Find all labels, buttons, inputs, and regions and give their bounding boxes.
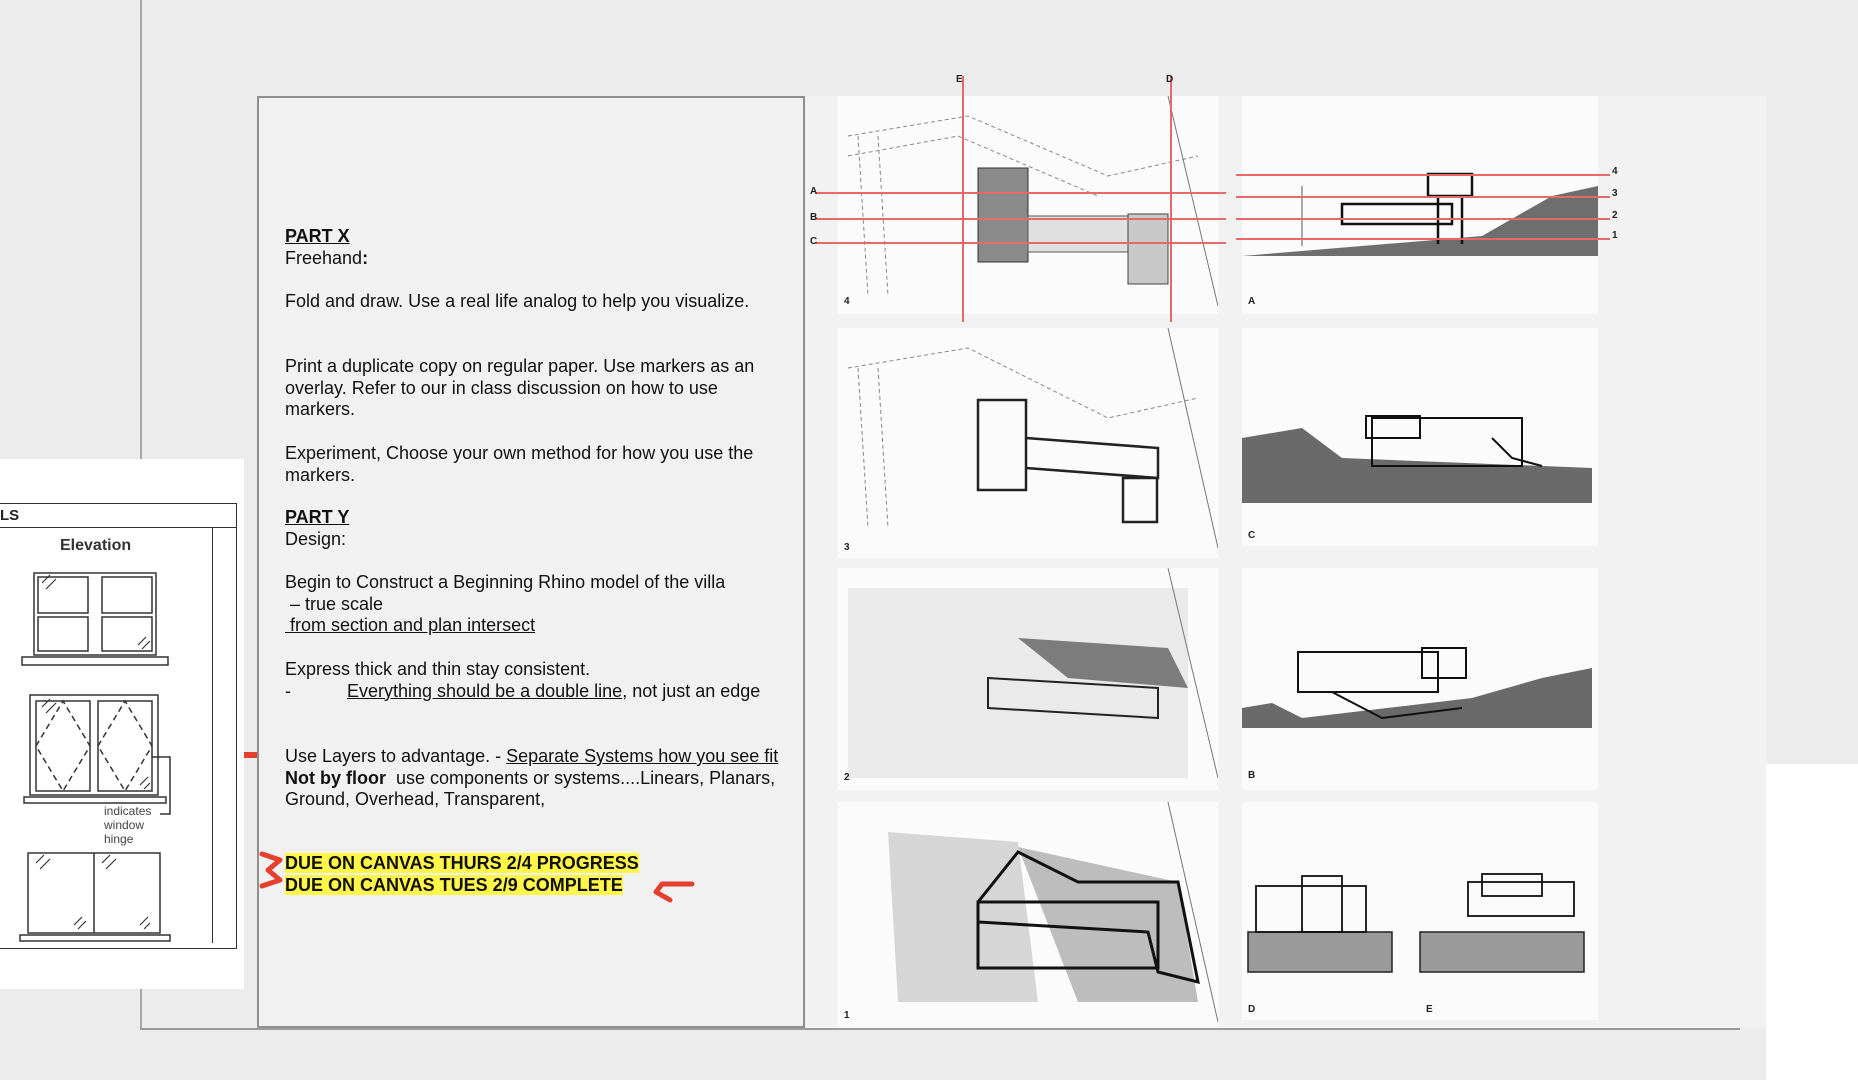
- floor-line: Not by floor use components or systems..…: [285, 768, 785, 811]
- cut-line-c: [816, 242, 1226, 244]
- plan-4-thumbnail[interactable]: [838, 96, 1218, 314]
- layers-lead: Use Layers to advantage. -: [285, 746, 507, 766]
- level-ref-4: 4: [1612, 166, 1618, 177]
- part-y-title: PART Y: [285, 507, 350, 527]
- plan-2-thumbnail[interactable]: [838, 568, 1218, 790]
- plan-1-drawing: [888, 802, 1218, 1023]
- cut-line-e: [962, 76, 964, 322]
- level-line-4: [1236, 174, 1610, 176]
- window-drawings: [19, 572, 171, 942]
- rhino-line-3: from section and plan intersect: [285, 615, 536, 635]
- plan-2-label: 2: [844, 772, 850, 783]
- cut-ref-b: B: [810, 212, 818, 223]
- double-line-note: - Everything should be a double line, not…: [285, 681, 785, 703]
- section-c-drawing: [1242, 415, 1592, 503]
- double-line-rest: , not just an edge: [622, 680, 761, 701]
- paragraph-experiment: Experiment, Choose your own method for h…: [285, 443, 754, 485]
- rhino-line-1: Begin to Construct a Beginning Rhino mod…: [285, 572, 726, 592]
- thick-thin-line: Express thick and thin stay consistent.: [285, 659, 591, 679]
- section-b-label: B: [1248, 770, 1256, 781]
- part-y-block: PART Y Design:: [285, 507, 785, 550]
- double-line-underlined: Everything should be a double line: [347, 680, 623, 701]
- markup-arrow-left-icon: [259, 851, 283, 889]
- level-line-3: [1236, 196, 1610, 198]
- level-ref-2: 2: [1612, 210, 1618, 221]
- cut-ref-c: C: [810, 236, 818, 247]
- part-x-colon: :: [362, 247, 369, 268]
- level-line-1: [1236, 238, 1610, 240]
- paragraph-thick-thin: Express thick and thin stay consistent. …: [285, 659, 785, 702]
- plan-1-label: 1: [844, 1010, 850, 1021]
- elevations-thumbnail[interactable]: [1242, 802, 1598, 1020]
- paragraph-fold-draw: Fold and draw. Use a real life analog to…: [285, 291, 750, 311]
- level-ref-1: 1: [1612, 230, 1618, 241]
- section-b-thumbnail[interactable]: [1242, 568, 1598, 790]
- cut-line-a: [816, 192, 1226, 194]
- paragraph-rhino-model: Begin to Construct a Beginning Rhino mod…: [285, 572, 785, 637]
- plan-4-drawing: [847, 96, 1218, 307]
- section-c-label: C: [1248, 530, 1256, 541]
- plan-3-label: 3: [844, 542, 850, 553]
- cut-ref-a: A: [810, 186, 818, 197]
- plan-2-drawing: [848, 568, 1218, 779]
- section-b-drawing: [1242, 647, 1592, 728]
- cut-ref-e: E: [956, 74, 963, 85]
- rhino-line-2: – true scale: [285, 593, 384, 614]
- plan-4-label: 4: [844, 296, 850, 307]
- cut-line-d: [1170, 76, 1172, 322]
- section-a-drawing: [1242, 172, 1598, 256]
- side-preview-window[interactable]: [1766, 764, 1858, 1080]
- part-x-block: PART X Freehand:: [285, 226, 785, 269]
- markup-arrow-right-icon: [653, 881, 695, 903]
- cut-ref-d: D: [1166, 74, 1174, 85]
- instructions-panel[interactable]: PART X Freehand: Fold and draw. Use a re…: [257, 96, 805, 1028]
- due-dates: DUE ON CANVAS THURS 2/4 PROGRESS DUE ON …: [285, 853, 785, 896]
- part-y-subtitle: Design:: [285, 528, 347, 549]
- part-x-title: PART X: [285, 226, 350, 246]
- part-x-subtitle: Freehand:: [285, 248, 785, 270]
- hinge-note: indicates window hinge: [104, 804, 152, 846]
- not-by-floor: Not by floor: [285, 767, 386, 788]
- level-ref-3: 3: [1612, 188, 1618, 199]
- layers-underlined: Separate Systems how you see fit: [506, 746, 779, 766]
- due-progress: DUE ON CANVAS THURS 2/4 PROGRESS: [285, 853, 639, 873]
- elevation-e-label: E: [1426, 1004, 1433, 1015]
- level-line-2: [1236, 218, 1610, 220]
- plan-3-thumbnail[interactable]: [838, 328, 1218, 558]
- dash: -: [285, 680, 291, 701]
- section-a-label: A: [1248, 296, 1256, 307]
- cut-line-b: [816, 218, 1226, 220]
- due-complete: DUE ON CANVAS TUES 2/9 COMPLETE: [285, 874, 623, 895]
- part-x-sub-text: Freehand: [285, 247, 363, 268]
- layers-line: Use Layers to advantage. - Separate Syst…: [285, 746, 785, 768]
- paragraph-print-copy: Print a duplicate copy on regular paper.…: [285, 356, 755, 419]
- paragraph-layers: Use Layers to advantage. - Separate Syst…: [285, 746, 785, 811]
- elevations-drawing: [1247, 873, 1585, 973]
- plan-3-drawing: [847, 328, 1218, 549]
- elevation-d-label: D: [1248, 1004, 1256, 1015]
- section-a-thumbnail[interactable]: [1242, 96, 1598, 314]
- plan-1-thumbnail[interactable]: [838, 802, 1218, 1028]
- drawing-sheet[interactable]: 4 3 2 1 A C B D E: [806, 96, 1766, 1028]
- canvas-frame-horizontal: [140, 1028, 1740, 1030]
- section-c-thumbnail[interactable]: [1242, 328, 1598, 546]
- window-details-sheet[interactable]: LS Elevation indicates window hinge: [0, 459, 244, 989]
